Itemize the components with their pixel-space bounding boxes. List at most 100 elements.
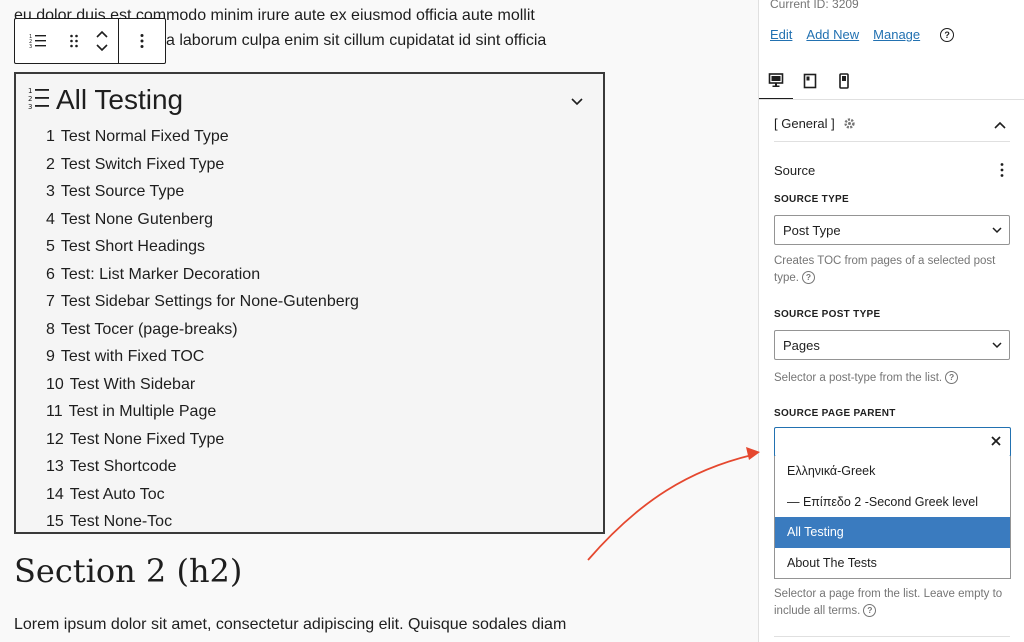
chevron-down-icon[interactable] <box>567 92 587 112</box>
toc-item-number: 8 <box>46 320 55 338</box>
editor-canvas: eu dolor duis est commodo minim irure au… <box>0 0 758 642</box>
toc-item-number: 10 <box>46 375 64 393</box>
manage-link[interactable]: Manage <box>873 27 920 42</box>
toc-item-label: Test Tocer (page-breaks) <box>60 320 238 338</box>
toc-item[interactable]: 11 Test in Multiple Page <box>46 398 359 426</box>
source-post-type-label: SOURCE POST TYPE <box>774 309 881 320</box>
chevron-down-icon <box>991 339 1003 354</box>
toc-header: 1 2 3 All Testing <box>28 82 591 118</box>
page-links: Edit Add New Manage ? <box>770 27 955 42</box>
current-id-label: Current ID: 3209 <box>770 0 859 11</box>
chevron-up-icon[interactable] <box>994 116 1006 134</box>
paragraph-bottom[interactable]: Lorem ipsum dolor sit amet, consectetur … <box>14 616 566 634</box>
toc-item-number: 13 <box>46 458 64 475</box>
mobile-icon[interactable] <box>827 62 861 100</box>
edit-link[interactable]: Edit <box>770 27 792 42</box>
source-post-type-help-text: Selector a post-type from the list. <box>774 372 943 384</box>
toc-item-label: Test Source Type <box>60 183 185 200</box>
source-type-value: Post Type <box>783 222 841 238</box>
general-panel-header[interactable]: [ General ] <box>774 106 1010 142</box>
toc-item[interactable]: 14 Test Auto Toc <box>46 481 359 509</box>
svg-text:2: 2 <box>28 95 32 103</box>
source-type-select[interactable]: Post Type <box>774 215 1010 245</box>
toc-item[interactable]: 6 Test: List Marker Decoration <box>46 261 359 289</box>
toc-item-label: Test With Sidebar <box>69 375 196 393</box>
tablet-icon[interactable] <box>793 62 827 100</box>
toc-block[interactable]: 1 2 3 All Testing 1 Test Normal Fixed Typ… <box>14 72 605 534</box>
toc-item-label: Test with Fixed TOC <box>60 348 205 365</box>
toc-item-number: 9 <box>46 348 55 365</box>
numbered-list-icon[interactable]: 1 2 3 <box>15 19 61 63</box>
source-section-header: Source <box>774 160 1010 180</box>
toc-item-number: 7 <box>46 293 55 310</box>
help-icon[interactable]: ? <box>945 371 959 385</box>
toc-item-label: Test Normal Fixed Type <box>60 128 229 145</box>
block-toolbar: 1 2 3 <box>14 18 166 64</box>
toc-item-label: Test None Gutenberg <box>60 210 213 228</box>
source-page-parent-input[interactable] <box>774 427 1011 457</box>
toc-item[interactable]: 8 Test Tocer (page-breaks) <box>46 316 359 344</box>
page-parent-option[interactable]: Ελληνικά-Greek <box>775 456 1010 487</box>
svg-text:3: 3 <box>29 44 32 50</box>
gear-icon <box>843 117 856 130</box>
source-page-parent-options: Ελληνικά-Greek — Επίπεδο 2 -Second Greek … <box>774 456 1011 579</box>
toc-item-label: Test in Multiple Page <box>68 403 217 420</box>
source-title: Source <box>774 162 816 178</box>
add-new-link[interactable]: Add New <box>806 27 859 42</box>
toc-item[interactable]: 4 Test None Gutenberg <box>46 206 359 234</box>
toc-item-number: 3 <box>46 183 55 200</box>
toc-item-number: 2 <box>46 155 55 173</box>
toc-item[interactable]: 13 Test Shortcode <box>46 453 359 481</box>
toc-item[interactable]: 3 Test Source Type <box>46 178 359 206</box>
svg-text:3: 3 <box>28 103 32 110</box>
toc-item-label: Test None-Toc <box>69 513 173 530</box>
toc-item-number: 4 <box>46 210 55 228</box>
section-heading[interactable]: Section 2 (h2) <box>14 552 242 590</box>
source-page-parent-help-text: Selector a page from the list. Leave emp… <box>774 588 1003 617</box>
toc-item-number: 14 <box>46 485 64 503</box>
toc-item[interactable]: 7 Test Sidebar Settings for None-Gutenber… <box>46 288 359 316</box>
desktop-icon[interactable] <box>759 62 793 100</box>
toc-item-label: Test: List Marker Decoration <box>60 265 261 283</box>
toc-item-label: Test Sidebar Settings for None-Gutenberg <box>60 293 359 310</box>
device-tabs <box>759 62 1024 100</box>
page-parent-option[interactable]: — Επίπεδο 2 -Second Greek level <box>775 487 1010 518</box>
chevron-down-icon <box>991 224 1003 239</box>
more-vertical-icon[interactable] <box>119 19 165 63</box>
divider <box>774 636 1010 637</box>
toc-item-label: Test Switch Fixed Type <box>60 155 225 173</box>
source-post-type-help: Selector a post-type from the list.? <box>774 370 1014 387</box>
toc-item-number: 5 <box>46 238 55 255</box>
toc-item-number: 1 <box>46 128 55 145</box>
drag-handle-icon[interactable] <box>61 19 87 63</box>
settings-sidebar: Current ID: 3209 Edit Add New Manage ? [… <box>758 0 1024 642</box>
source-post-type-value: Pages <box>783 337 820 353</box>
toc-item[interactable]: 9 Test with Fixed TOC <box>46 343 359 371</box>
help-icon[interactable]: ? <box>940 27 955 42</box>
more-vertical-icon[interactable] <box>994 160 1010 180</box>
toc-item[interactable]: 5 Test Short Headings <box>46 233 359 261</box>
close-icon[interactable] <box>989 434 1003 453</box>
move-up-down-icon[interactable] <box>87 19 119 63</box>
help-icon[interactable]: ? <box>801 271 815 285</box>
svg-text:1: 1 <box>28 87 32 95</box>
page-parent-option[interactable]: About The Tests <box>775 548 1010 579</box>
toc-list: 1 Test Normal Fixed Type 2 Test Switch Fixe… <box>46 123 359 536</box>
page-parent-option[interactable]: All Testing <box>775 517 1010 548</box>
toc-item[interactable]: 12 Test None Fixed Type <box>46 426 359 454</box>
toc-item-label: Test Shortcode <box>69 458 177 475</box>
toc-item[interactable]: 1 Test Normal Fixed Type <box>46 123 359 151</box>
tabs-underline <box>759 99 1024 100</box>
toc-item[interactable]: 2 Test Switch Fixed Type <box>46 151 359 179</box>
numbered-list-icon: 1 2 3 <box>28 86 50 115</box>
toc-item[interactable]: 15 Test None-Toc <box>46 508 359 536</box>
source-post-type-select[interactable]: Pages <box>774 330 1010 360</box>
toc-item[interactable]: 10 Test With Sidebar <box>46 371 359 399</box>
source-page-parent-label: SOURCE PAGE PARENT <box>774 408 896 419</box>
source-page-parent-help: Selector a page from the list. Leave emp… <box>774 586 1014 620</box>
toc-title: All Testing <box>56 84 184 115</box>
source-type-help: Creates TOC from pages of a selected pos… <box>774 253 1014 287</box>
help-icon[interactable]: ? <box>863 604 877 618</box>
toc-item-number: 11 <box>46 403 63 420</box>
toc-item-number: 15 <box>46 513 64 530</box>
